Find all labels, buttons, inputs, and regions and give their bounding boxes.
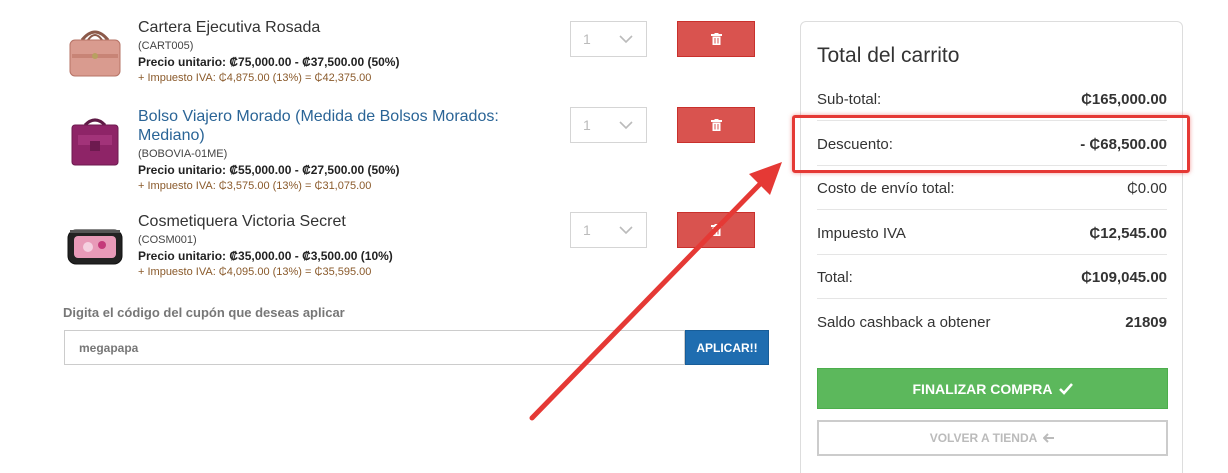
back-to-store-button[interactable]: VOLVER A TIENDA — [817, 420, 1168, 456]
quantity-value: 1 — [583, 31, 591, 47]
cashback-label: Saldo cashback a obtener — [817, 314, 991, 331]
cart-title: Total del carrito — [817, 44, 960, 67]
subtotal-label: Sub-total: — [817, 91, 882, 108]
tax-label: Impuesto IVA — [817, 225, 906, 242]
product-tax: + Impuesto IVA: ₵3,575.00 (13%) = ₵31,07… — [138, 180, 372, 192]
total-label: Total: — [817, 269, 853, 286]
product-tax: + Impuesto IVA: ₵4,095.00 (13%) = ₵35,59… — [138, 266, 372, 278]
finish-purchase-label: FINALIZAR COMPRA — [912, 380, 1053, 397]
cart-item: Cartera Ejecutiva Rosada (CART005) Preci… — [60, 18, 780, 98]
trash-icon — [711, 224, 722, 236]
item-info: Cartera Ejecutiva Rosada (CART005) Preci… — [138, 18, 518, 86]
chevron-down-icon — [619, 121, 633, 130]
tax-row: Impuesto IVA ₵12,545.00 — [817, 211, 1167, 255]
product-image-pink-bag[interactable] — [60, 22, 130, 82]
cart-item: Bolso Viajero Morado (Medida de Bolsos M… — [60, 107, 780, 202]
quantity-select[interactable]: 1 — [570, 107, 647, 143]
finish-purchase-button[interactable]: FINALIZAR COMPRA — [817, 368, 1168, 409]
check-icon — [1058, 382, 1073, 395]
subtotal-row: Sub-total: ₵165,000.00 — [817, 77, 1167, 121]
quantity-value: 1 — [583, 117, 591, 133]
total-row: Total: ₵109,045.00 — [817, 255, 1167, 299]
product-name[interactable]: Cosmetiquera Victoria Secret — [138, 212, 518, 231]
cart-totals-panel: Total del carrito Sub-total: ₵165,000.00… — [800, 21, 1183, 473]
product-name-link[interactable]: Bolso Viajero Morado (Medida de Bolsos M… — [138, 107, 518, 145]
shipping-label: Costo de envío total: — [817, 180, 955, 197]
quantity-select[interactable]: 1 — [570, 21, 647, 57]
chevron-down-icon — [619, 226, 633, 235]
shipping-row: Costo de envío total: ₵0.00 — [817, 166, 1167, 210]
apply-coupon-button[interactable]: APLICAR!! — [685, 330, 769, 365]
quantity-select[interactable]: 1 — [570, 212, 647, 248]
back-to-store-label: VOLVER A TIENDA — [929, 431, 1038, 445]
item-info: Bolso Viajero Morado (Medida de Bolsos M… — [138, 107, 518, 194]
total-value: ₵109,045.00 — [1081, 269, 1167, 286]
discount-label: Descuento: — [817, 136, 893, 153]
trash-icon — [711, 33, 722, 45]
cart-item: Cosmetiquera Victoria Secret (COSM001) P… — [60, 212, 780, 292]
product-sku: (COSM001) — [138, 234, 197, 246]
discount-value: - ₵68,500.00 — [1080, 136, 1167, 153]
item-info: Cosmetiquera Victoria Secret (COSM001) P… — [138, 212, 518, 280]
product-unit-price: Precio unitario: ₡55,000.00 - ₡27,500.00… — [138, 163, 400, 177]
coupon-input[interactable] — [64, 330, 685, 365]
cashback-value: 21809 — [1125, 314, 1167, 331]
product-unit-price: Precio unitario: ₡35,000.00 - ₡3,500.00 … — [138, 249, 393, 263]
product-name[interactable]: Cartera Ejecutiva Rosada — [138, 18, 518, 37]
chevron-down-icon — [619, 35, 633, 44]
cashback-row: Saldo cashback a obtener 21809 — [817, 300, 1167, 344]
product-sku: (BOBOVIA-01ME) — [138, 148, 228, 160]
tax-value: ₵12,545.00 — [1089, 225, 1167, 242]
product-unit-price: Precio unitario: ₡75,000.00 - ₡37,500.00… — [138, 55, 400, 69]
delete-item-button[interactable] — [677, 212, 755, 248]
discount-row: Descuento: - ₵68,500.00 — [817, 122, 1167, 166]
product-image-purple-bag[interactable] — [60, 111, 130, 171]
trash-icon — [711, 119, 722, 131]
product-sku: (CART005) — [138, 40, 194, 52]
delete-item-button[interactable] — [677, 21, 755, 57]
coupon-label: Digita el código del cupón que deseas ap… — [63, 305, 345, 320]
subtotal-value: ₵165,000.00 — [1081, 91, 1167, 108]
quantity-value: 1 — [583, 222, 591, 238]
arrow-left-icon — [1043, 433, 1055, 443]
product-image-cosmetic-bag[interactable] — [60, 216, 130, 276]
product-tax: + Impuesto IVA: ₵4,875.00 (13%) = ₵42,37… — [138, 72, 372, 84]
shipping-value: ₵0.00 — [1126, 180, 1167, 197]
delete-item-button[interactable] — [677, 107, 755, 143]
